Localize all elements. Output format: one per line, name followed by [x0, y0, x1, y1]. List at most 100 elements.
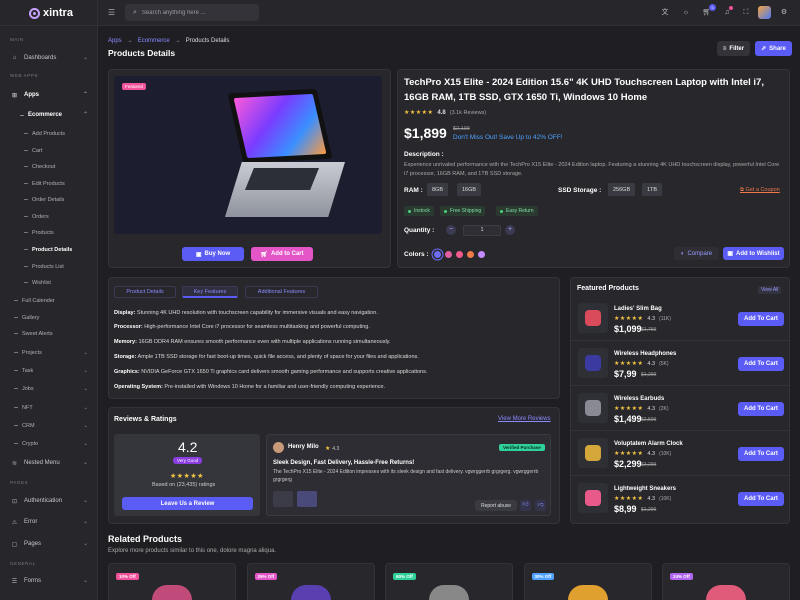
featured-product-image[interactable]	[578, 303, 608, 333]
featured-product-name[interactable]: Voluptatem Alarm Clock	[614, 441, 683, 447]
product-thumbnail-icon	[585, 310, 601, 326]
breadcrumb-ecommerce[interactable]: Ecommerce	[138, 38, 170, 44]
thumbs-down-icon[interactable]: 👎︎	[535, 500, 546, 511]
sidebar-subitem-products[interactable]: Products	[24, 228, 88, 237]
sidebar-subitem-checkout[interactable]: Checkout	[24, 162, 88, 171]
ram-option-8gb[interactable]: 8GB	[427, 183, 449, 196]
featured-product-name[interactable]: Lightweight Sneakers	[614, 486, 676, 492]
brand[interactable]: xintra	[0, 0, 98, 26]
ram-option-16gb[interactable]: 16GB	[457, 183, 482, 196]
cart-icon[interactable]: 🛒︎ 5	[701, 4, 716, 19]
sidebar-item-authentication[interactable]: ⊡ Authentication ⌄	[10, 496, 88, 506]
sidebar-subitem-orders[interactable]: Orders	[24, 212, 88, 221]
thumbs-up-icon[interactable]: 👍︎	[520, 500, 531, 511]
tab-additional-features[interactable]: Additional Features	[245, 286, 318, 298]
leave-review-button[interactable]: Leave Us a Review	[122, 497, 253, 510]
cart-count-badge: 5	[709, 4, 716, 11]
report-abuse-button[interactable]: Report abuse	[475, 500, 517, 511]
ssd-option-256gb[interactable]: 256GB	[608, 183, 636, 196]
featured-product-old-price: $1,299	[641, 372, 657, 378]
filter-button[interactable]: ≡ Filter	[717, 41, 750, 56]
sidebar-item-projects[interactable]: Projects ⌄	[14, 348, 88, 357]
breadcrumb-apps[interactable]: Apps	[108, 38, 122, 44]
quantity-decrease-button[interactable]: −	[446, 225, 456, 235]
buy-now-button[interactable]: ▣ Buy Now	[182, 247, 244, 261]
sidebar-item-crypto[interactable]: Crypto ⌄	[14, 439, 88, 448]
language-icon[interactable]: 文	[659, 7, 671, 19]
file-icon: ▢	[11, 541, 18, 548]
sidebar-item-nft[interactable]: NFT ⌄	[14, 403, 88, 412]
add-to-cart-button[interactable]: 🛒︎ Add to Cart	[251, 247, 313, 261]
sidebar-item-ecommerce[interactable]: Ecommerce ⌃	[20, 110, 88, 120]
sidebar-item-crm[interactable]: CRM ⌄	[14, 421, 88, 430]
add-to-cart-button[interactable]: Add To Cart	[738, 402, 784, 416]
tab-key-features[interactable]: Key Features	[182, 286, 238, 298]
fullscreen-icon[interactable]: ⛶	[740, 7, 752, 19]
alert-icon: ⚠	[11, 519, 18, 526]
sidebar-subitem-wishlist[interactable]: Wishlist	[24, 278, 88, 287]
sidebar-item-apps[interactable]: ⊞ Apps ⌃	[10, 90, 88, 100]
chevron-down-icon: ⌄	[83, 404, 88, 411]
sidebar-item-task[interactable]: Task ⌄	[14, 366, 88, 375]
featured-product-name[interactable]: Wireless Headphones	[614, 351, 676, 357]
featured-product-image[interactable]	[578, 348, 608, 378]
featured-product-name[interactable]: Ladies' Slim Bag	[614, 306, 662, 312]
menu-toggle-icon[interactable]: ☰	[108, 8, 115, 17]
sidebar-subitem-add-products[interactable]: Add Products	[24, 129, 88, 138]
sidebar-item-pages[interactable]: ▢ Pages ⌄	[10, 539, 88, 549]
sidebar-subitem-products-list[interactable]: Products List	[24, 262, 88, 271]
featured-product-image[interactable]	[578, 393, 608, 423]
color-swatch[interactable]	[434, 251, 441, 258]
tab-product-details[interactable]: Product Details	[114, 286, 176, 298]
chevron-down-icon: ⌄	[82, 541, 88, 547]
sidebar-item-forms[interactable]: ☰ Forms ⌄	[10, 576, 88, 586]
related-products-title: Related Products	[108, 534, 183, 544]
sidebar-item-error[interactable]: ⚠ Error ⌄	[10, 517, 88, 527]
settings-gear-icon[interactable]: ⚙	[778, 7, 790, 19]
arrow-right-icon: →	[174, 38, 181, 44]
review-headline: Sleek Design, Fast Delivery, Hassle-Free…	[273, 460, 415, 466]
color-swatch[interactable]	[445, 251, 452, 258]
view-more-reviews-link[interactable]: View More Reviews	[498, 416, 551, 422]
color-swatch[interactable]	[478, 251, 485, 258]
share-button[interactable]: ⇗ Share	[755, 41, 792, 56]
product-thumbnail-icon	[585, 355, 601, 371]
view-all-link[interactable]: View All	[758, 286, 782, 294]
sidebar-item-jobs[interactable]: Jobs ⌄	[14, 384, 88, 393]
notification-bell-icon[interactable]: ♫	[721, 6, 733, 19]
theme-toggle-icon[interactable]: ☼	[680, 7, 692, 19]
search-box[interactable]: ⌕	[125, 4, 259, 21]
sidebar-subitem-edit-products[interactable]: Edit Products	[24, 179, 88, 188]
sidebar-item-nested-menu[interactable]: ≋ Nested Menu ⌄	[10, 458, 88, 468]
compare-button[interactable]: ◐ Compare	[674, 247, 719, 260]
sidebar-subitem-cart[interactable]: Cart	[24, 146, 88, 155]
featured-product-name[interactable]: Wireless Earbuds	[614, 396, 664, 402]
quantity-increase-button[interactable]: +	[505, 225, 515, 235]
sidebar-subitem-product-details[interactable]: Product Details	[24, 245, 88, 254]
search-input[interactable]	[141, 9, 252, 16]
user-avatar[interactable]	[758, 6, 771, 19]
add-to-cart-button[interactable]: Add To Cart	[738, 447, 784, 461]
review-image-thumbnail[interactable]	[273, 491, 293, 507]
feature-processor: Processor: High-performance Intel Core i…	[114, 324, 370, 330]
add-to-cart-button[interactable]: Add To Cart	[738, 492, 784, 506]
ssd-option-1tb[interactable]: 1TB	[642, 183, 663, 196]
review-image-thumbnail[interactable]	[297, 491, 317, 507]
featured-product-image[interactable]	[578, 438, 608, 468]
sidebar-item-gallery[interactable]: Gallery	[14, 313, 78, 322]
home-icon: ⌂	[12, 55, 17, 61]
add-to-wishlist-button[interactable]: ▣ Add to Wishlist	[723, 247, 784, 260]
breadcrumb-current: Products Details	[185, 38, 230, 44]
sidebar-item-full-calender[interactable]: Full Calender	[14, 296, 78, 305]
color-swatch[interactable]	[456, 251, 463, 258]
sidebar-subitem-order-details[interactable]: Order Details	[24, 195, 88, 204]
coupon-link[interactable]: ⧉ Get a Coupon	[740, 187, 780, 194]
featured-product-image[interactable]	[578, 483, 608, 513]
color-swatch[interactable]	[467, 251, 474, 258]
sidebar-item-dashboards[interactable]: ⌂ Dashboards ⌄	[10, 53, 88, 63]
quantity-input[interactable]: 1	[463, 225, 501, 236]
add-to-cart-button[interactable]: Add To Cart	[738, 312, 784, 326]
breadcrumb: Apps → Ecommerce → Products Details	[108, 38, 229, 44]
sidebar-item-sweet-alerts[interactable]: Sweet Alerts	[14, 329, 78, 338]
add-to-cart-button[interactable]: Add To Cart	[738, 357, 784, 371]
